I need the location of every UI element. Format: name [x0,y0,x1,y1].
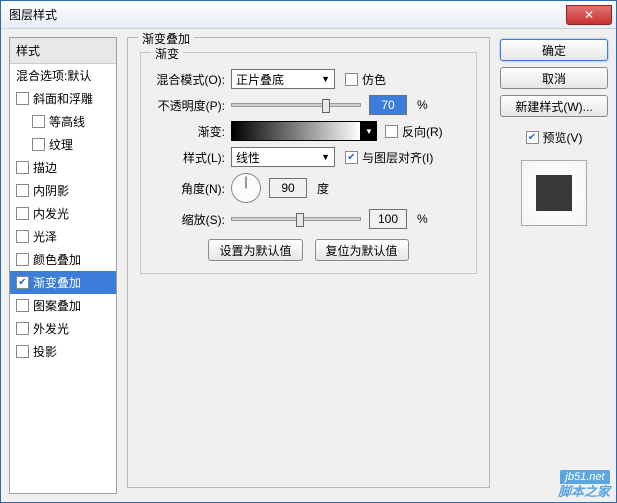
blend-mode-dropdown[interactable]: 正片叠底 ▼ [231,69,335,89]
style-item-11[interactable]: 投影 [10,340,116,363]
cancel-button[interactable]: 取消 [500,67,608,89]
scale-label: 缩放(S): [151,211,225,228]
scale-slider[interactable] [231,217,361,221]
preview-box [521,160,587,226]
style-item-9[interactable]: 图案叠加 [10,294,116,317]
ok-button[interactable]: 确定 [500,39,608,61]
default-buttons-row: 设置为默认值 复位为默认值 [151,239,466,261]
right-panel: 确定 取消 新建样式(W)... ✔ 预览(V) [500,37,608,494]
chevron-down-icon: ▼ [321,152,330,162]
row-angle: 角度(N): 90 度 [151,173,466,203]
row-style: 样式(L): 线性 ▼ ✔ 与图层对齐(I) [151,147,466,167]
reset-default-button[interactable]: 复位为默认值 [315,239,409,261]
blend-mode-label: 混合模式(O): [151,71,225,88]
watermark-text: 脚本之家 [558,481,610,500]
style-item-checkbox[interactable] [16,253,29,266]
gradient-overlay-group: 渐变叠加 渐变 混合模式(O): 正片叠底 ▼ 仿色 不透明 [127,37,490,488]
style-item-2[interactable]: 纹理 [10,133,116,156]
align-label: 与图层对齐(I) [362,149,433,166]
inner-title: 渐变 [151,45,183,62]
style-item-6[interactable]: 光泽 [10,225,116,248]
row-blend-mode: 混合模式(O): 正片叠底 ▼ 仿色 [151,69,466,89]
opacity-value[interactable]: 70 [369,95,407,115]
window-title: 图层样式 [9,6,57,23]
dither-checkbox[interactable] [345,73,358,86]
style-item-checkbox[interactable] [16,207,29,220]
style-item-label: 图案叠加 [33,297,81,314]
angle-label: 角度(N): [151,180,225,197]
style-item-checkbox[interactable] [16,92,29,105]
gradient-label: 渐变: [151,123,225,140]
style-item-label: 投影 [33,343,57,360]
row-opacity: 不透明度(P): 70 % [151,95,466,115]
style-item-checkbox[interactable] [16,345,29,358]
style-label: 样式(L): [151,149,225,166]
style-item-checkbox[interactable] [16,299,29,312]
style-item-checkbox[interactable] [16,184,29,197]
blending-options[interactable]: 混合选项:默认 [10,64,116,87]
opacity-slider[interactable] [231,103,361,107]
gradient-picker[interactable] [231,121,361,141]
style-item-checkbox[interactable] [16,322,29,335]
dialog-window: 图层样式 ✕ 样式 混合选项:默认 斜面和浮雕等高线纹理描边内阴影内发光光泽颜色… [0,0,617,503]
close-icon: ✕ [584,8,594,22]
style-item-label: 等高线 [49,113,85,130]
style-list: 样式 混合选项:默认 斜面和浮雕等高线纹理描边内阴影内发光光泽颜色叠加 ✔ 渐变叠加… [9,37,117,494]
style-item-checkbox[interactable]: ✔ [16,276,29,289]
scale-value[interactable]: 100 [369,209,407,229]
style-item-label: 颜色叠加 [33,251,81,268]
reverse-checkbox[interactable] [385,125,398,138]
gradient-inner-group: 渐变 混合模式(O): 正片叠底 ▼ 仿色 不透明度(P): [140,52,477,274]
angle-dial[interactable] [231,173,261,203]
chevron-down-icon: ▼ [321,74,330,84]
style-item-0[interactable]: 斜面和浮雕 [10,87,116,110]
row-scale: 缩放(S): 100 % [151,209,466,229]
style-item-checkbox[interactable] [16,230,29,243]
style-item-label: 渐变叠加 [33,274,81,291]
style-item-10[interactable]: 外发光 [10,317,116,340]
close-button[interactable]: ✕ [566,5,612,25]
gradient-dropdown-button[interactable]: ▼ [361,121,377,141]
style-item-label: 内发光 [33,205,69,222]
dither-label: 仿色 [362,71,386,88]
dialog-body: 样式 混合选项:默认 斜面和浮雕等高线纹理描边内阴影内发光光泽颜色叠加✔渐变叠加… [1,29,616,502]
preview-swatch [536,175,572,211]
style-item-checkbox[interactable] [32,115,45,128]
preview-row: ✔ 预览(V) [500,129,608,146]
align-checkbox[interactable]: ✔ [345,151,358,164]
style-dropdown[interactable]: 线性 ▼ [231,147,335,167]
style-item-label: 纹理 [49,136,73,153]
reverse-label: 反向(R) [402,123,443,140]
opacity-label: 不透明度(P): [151,97,225,114]
titlebar[interactable]: 图层样式 ✕ [1,1,616,29]
style-item-label: 外发光 [33,320,69,337]
new-style-button[interactable]: 新建样式(W)... [500,95,608,117]
style-item-4[interactable]: 内阴影 [10,179,116,202]
style-item-8[interactable]: ✔ 渐变叠加 [10,271,116,294]
style-item-label: 斜面和浮雕 [33,90,93,107]
style-item-label: 光泽 [33,228,57,245]
style-item-7[interactable]: 颜色叠加 [10,248,116,271]
style-item-1[interactable]: 等高线 [10,110,116,133]
style-item-label: 内阴影 [33,182,69,199]
style-item-5[interactable]: 内发光 [10,202,116,225]
preview-checkbox[interactable]: ✔ [526,131,539,144]
style-item-checkbox[interactable] [32,138,45,151]
style-item-label: 描边 [33,159,57,176]
style-item-3[interactable]: 描边 [10,156,116,179]
style-list-header: 样式 [10,38,116,64]
center-panel: 渐变叠加 渐变 混合模式(O): 正片叠底 ▼ 仿色 不透明 [123,37,494,494]
row-gradient: 渐变: ▼ 反向(R) [151,121,466,141]
preview-label: 预览(V) [543,129,583,146]
angle-value[interactable]: 90 [269,178,307,198]
set-default-button[interactable]: 设置为默认值 [208,239,302,261]
style-item-checkbox[interactable] [16,161,29,174]
